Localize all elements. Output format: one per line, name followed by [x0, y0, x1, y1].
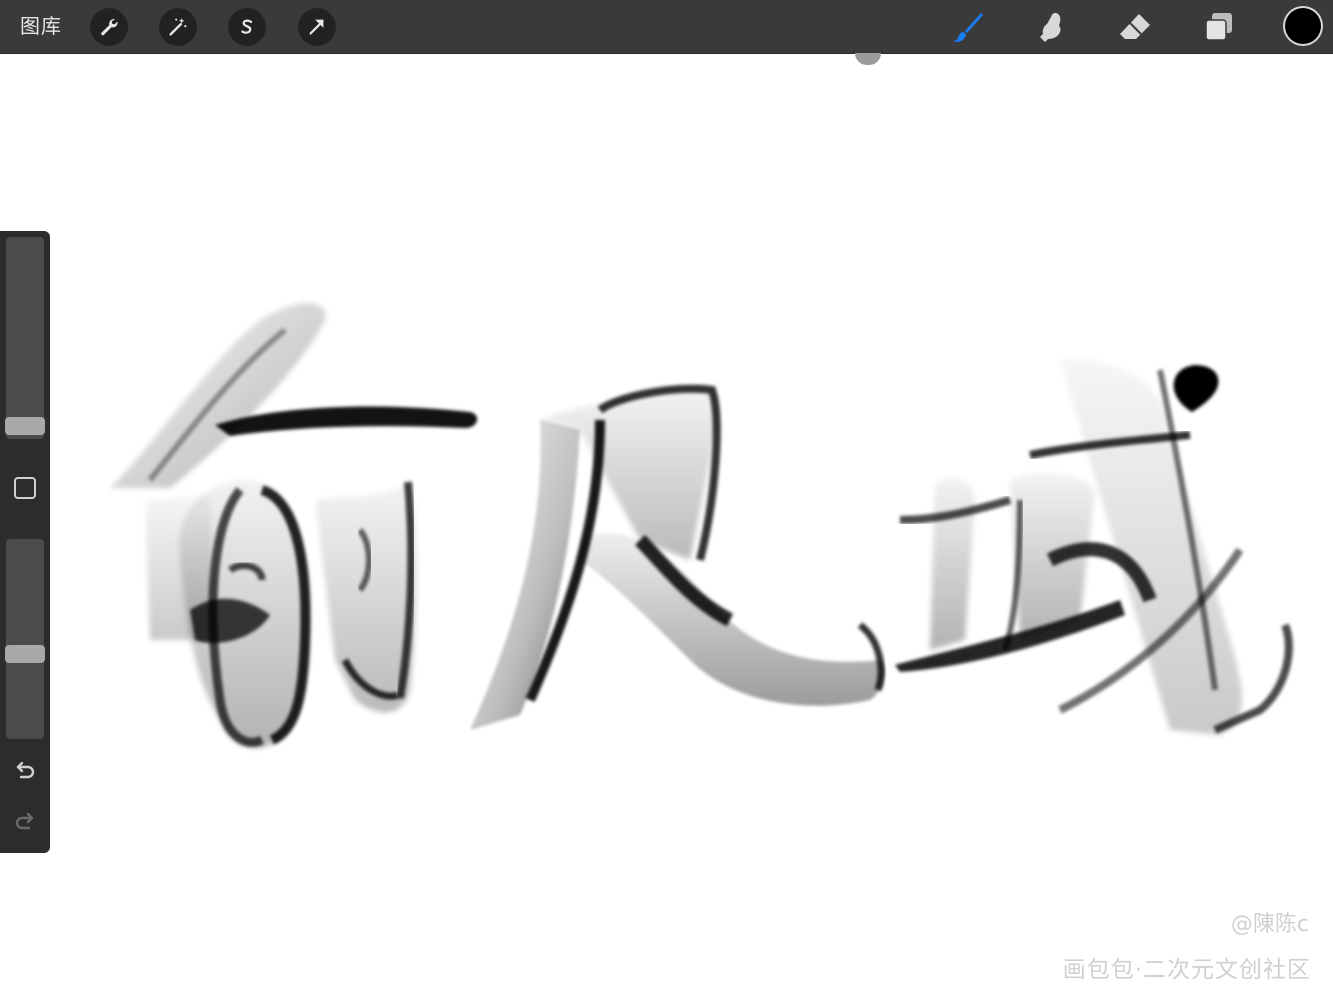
selection-button[interactable] [228, 8, 266, 46]
top-toolbar: 图库 [0, 0, 1333, 54]
brush-opacity-thumb[interactable] [5, 644, 45, 663]
gallery-button[interactable]: 图库 [20, 12, 62, 40]
brush-size-thumb[interactable] [5, 417, 45, 436]
brush-tool-button[interactable] [948, 7, 988, 47]
glyph-3 [895, 359, 1293, 735]
brush-size-slider[interactable] [6, 237, 44, 439]
arrow-cursor-icon [309, 19, 324, 35]
calligraphy-artwork [110, 303, 1293, 748]
canvas[interactable] [0, 53, 1333, 1000]
layers-button[interactable] [1199, 7, 1239, 47]
wrench-icon [101, 19, 118, 36]
layers-icon [1205, 13, 1232, 41]
site-watermark: 画包包·二次元文创社区 [1062, 957, 1311, 983]
modify-button[interactable] [14, 477, 36, 499]
eraser-tool-button[interactable] [1115, 7, 1155, 47]
undo-icon[interactable] [12, 758, 38, 784]
procreate-app: 图库 @陳陈c 画包包·二次元文创社区 [0, 0, 1333, 1000]
glyph-2 [470, 384, 886, 730]
transform-button[interactable] [298, 8, 336, 46]
actions-button[interactable] [90, 8, 128, 46]
adjustments-button[interactable] [159, 8, 197, 46]
smudge-finger-icon [1040, 12, 1061, 42]
glyph-1 [110, 303, 478, 748]
left-sidebar [0, 231, 50, 853]
selection-s-icon [241, 19, 253, 34]
redo-icon[interactable] [12, 809, 38, 835]
eraser-icon [1120, 14, 1150, 39]
brush-opacity-slider[interactable] [6, 539, 44, 739]
author-watermark: @陳陈c [1230, 912, 1309, 937]
brush-icon [953, 13, 983, 42]
smudge-tool-button[interactable] [1031, 7, 1071, 47]
magic-wand-icon [169, 17, 187, 36]
color-picker-swatch[interactable] [1285, 8, 1321, 44]
